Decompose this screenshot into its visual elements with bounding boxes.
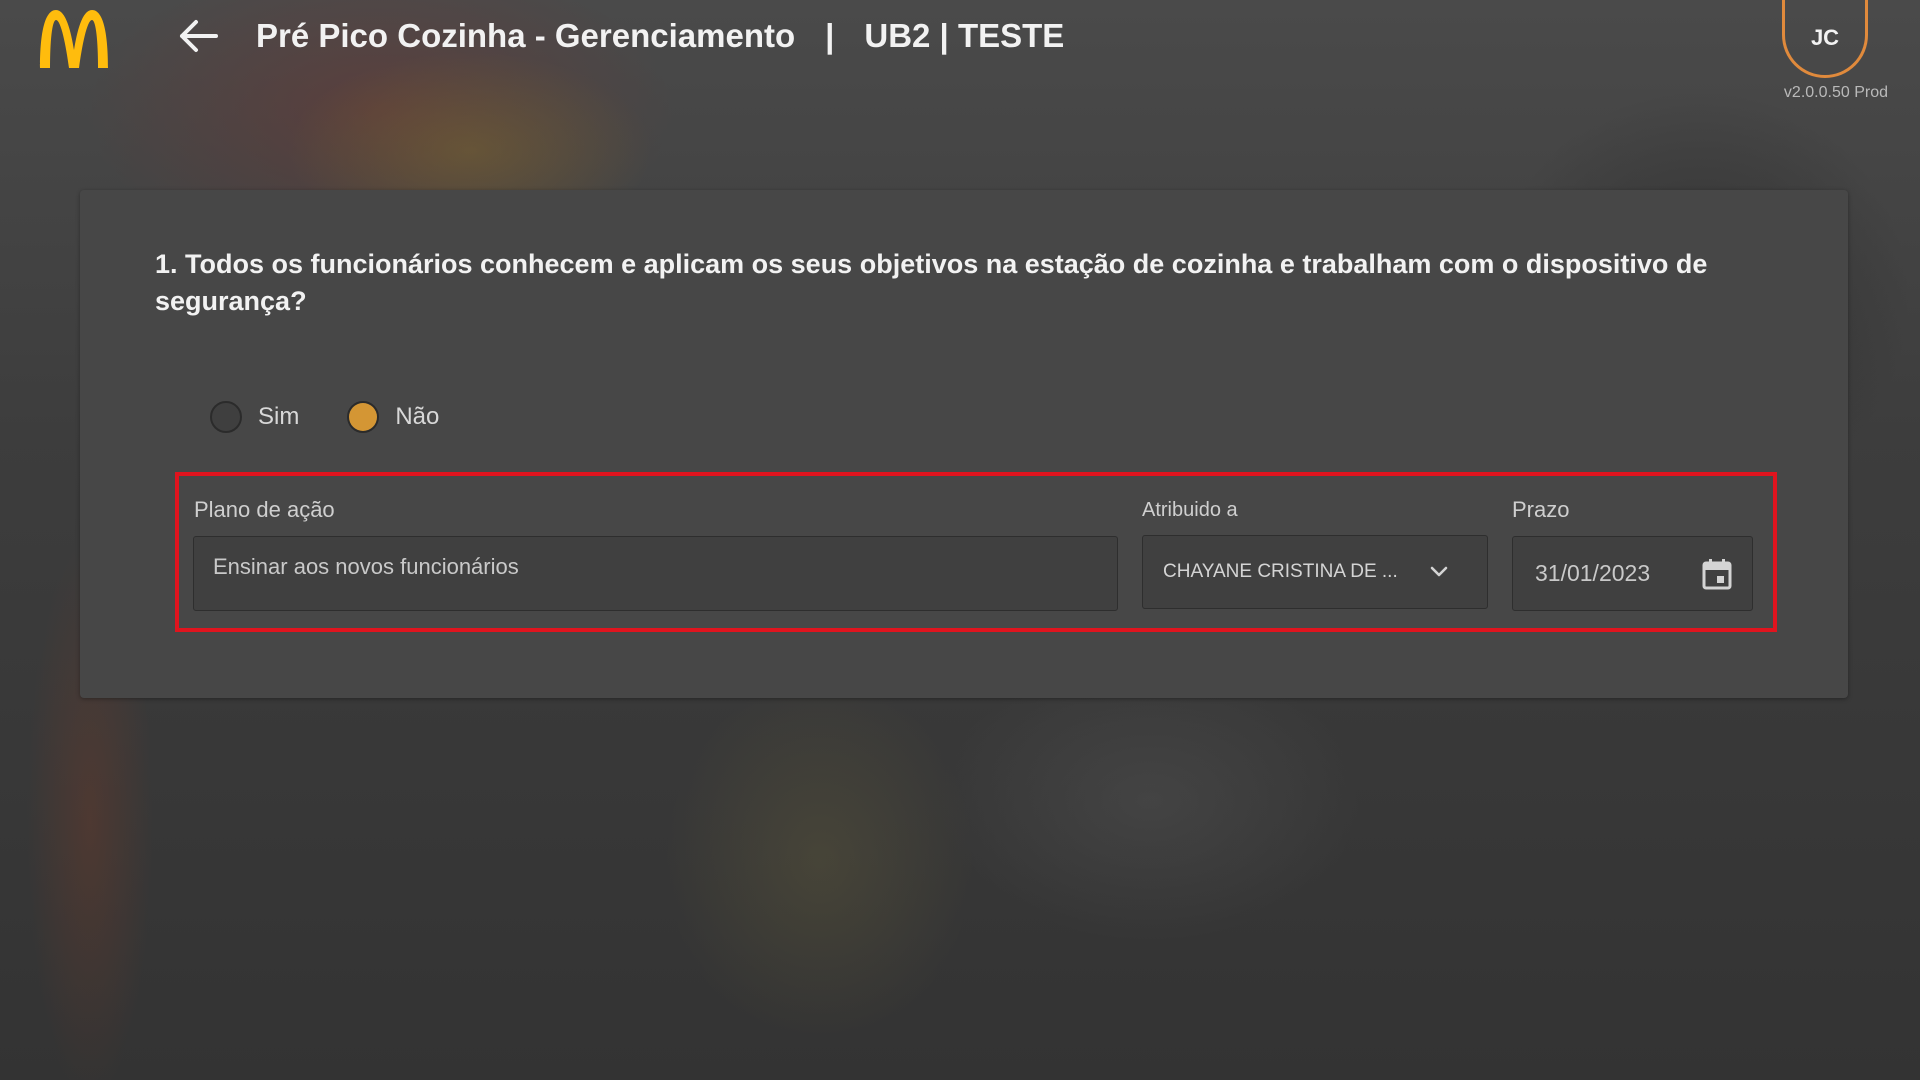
title-separator: | — [825, 17, 835, 54]
user-avatar[interactable]: JC — [1782, 0, 1868, 78]
calendar-icon[interactable] — [1702, 558, 1732, 590]
user-initials: JC — [1810, 24, 1840, 50]
assigned-to-select[interactable]: CHAYANE CRISTINA DE ... — [1142, 535, 1488, 609]
chevron-down-icon — [1430, 566, 1448, 577]
page-title-text: Pré Pico Cozinha - Gerenciamento — [256, 17, 796, 54]
arrow-left-icon — [180, 20, 218, 52]
top-bar: Pré Pico Cozinha - Gerenciamento | UB2 |… — [0, 0, 1920, 110]
deadline-value: 31/01/2023 — [1535, 560, 1651, 586]
answer-radio-group: Sim Não — [210, 401, 487, 433]
action-plan-input[interactable]: Ensinar aos novos funcionários — [193, 536, 1118, 611]
mcdonalds-logo — [36, 6, 112, 70]
radio-label-sim: Sim — [258, 403, 300, 430]
radio-circle-checked[interactable] — [347, 401, 380, 433]
page-title: Pré Pico Cozinha - Gerenciamento | UB2 |… — [256, 14, 1064, 58]
action-plan-value: Ensinar aos novos funcionários — [213, 554, 519, 579]
radio-option-sim[interactable]: Sim — [210, 401, 299, 433]
radio-dot — [349, 403, 378, 431]
assigned-to-value: CHAYANE CRISTINA DE ... — [1163, 561, 1398, 582]
store-name: UB2 | TESTE — [864, 17, 1065, 54]
question-text: 1. Todos os funcionários conhecem e apli… — [155, 249, 1708, 316]
assigned-to-label: Atribuido a — [1142, 499, 1238, 521]
radio-circle-unchecked[interactable] — [210, 401, 242, 433]
radio-option-nao[interactable]: Não — [347, 401, 439, 433]
radio-label-nao: Não — [395, 403, 440, 430]
action-plan-label: Plano de ação — [194, 497, 335, 522]
deadline-date-input[interactable]: 31/01/2023 — [1512, 536, 1753, 611]
deadline-label: Prazo — [1512, 497, 1570, 522]
app-version: v2.0.0.50 Prod — [1783, 84, 1888, 101]
back-button[interactable] — [176, 14, 220, 58]
